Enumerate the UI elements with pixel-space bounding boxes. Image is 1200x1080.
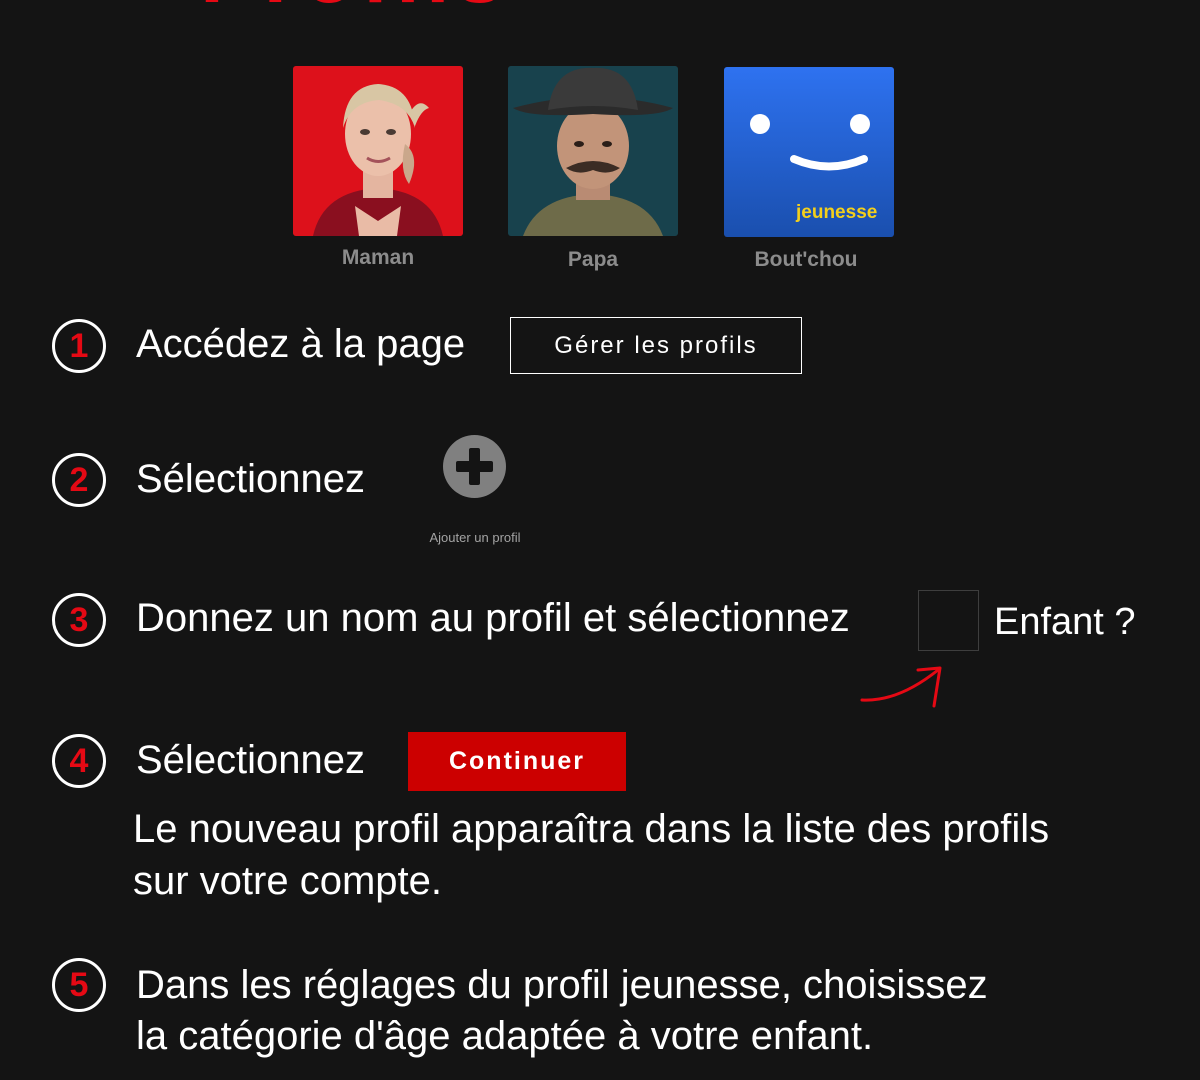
plus-icon: [456, 448, 493, 485]
arrow-icon: [860, 666, 942, 708]
kid-checkbox[interactable]: [918, 590, 979, 651]
step-1-text: Accédez à la page: [136, 322, 466, 366]
step-number-4: 4: [52, 734, 106, 788]
step-2-text: Sélectionnez: [136, 457, 366, 501]
kid-checkbox-label: Enfant ?: [994, 601, 1136, 643]
step-5-text-line2: la catégorie d'âge adaptée à votre enfan…: [136, 1014, 874, 1058]
kids-badge: jeunesse: [796, 202, 878, 223]
step-4-note-line1: Le nouveau profil apparaîtra dans la lis…: [133, 807, 1050, 851]
manage-profiles-button[interactable]: Gérer les profils: [510, 317, 802, 374]
profile-papa[interactable]: Papa: [508, 66, 678, 271]
step-3-text: Donnez un nom au profil et sélectionnez: [136, 596, 850, 640]
profile-name: Maman: [341, 246, 415, 269]
man-with-hat-portrait-avatar: [508, 66, 678, 236]
profile-name: Bout'chou: [754, 248, 858, 271]
profile-name: Papa: [567, 248, 619, 271]
add-profile-label: Ajouter un profil: [429, 530, 521, 545]
continue-button[interactable]: Continuer: [408, 732, 626, 791]
step-4-text: Sélectionnez: [136, 738, 366, 782]
profile-boutchou[interactable]: jeunesse Bout'chou: [724, 67, 894, 271]
step-number-1: 1: [52, 319, 106, 373]
step-4-note-line2: sur votre compte.: [133, 859, 443, 903]
woman-portrait-avatar: [293, 66, 463, 236]
add-profile-button[interactable]: [443, 435, 506, 498]
step-number-2: 2: [52, 453, 106, 507]
profile-maman[interactable]: Maman: [293, 66, 463, 269]
step-5-text-line1: Dans les réglages du profil jeunesse, ch…: [136, 963, 988, 1007]
step-number-3: 3: [52, 593, 106, 647]
step-number-5: 5: [52, 958, 106, 1012]
page-title: Profils: [200, 0, 700, 8]
